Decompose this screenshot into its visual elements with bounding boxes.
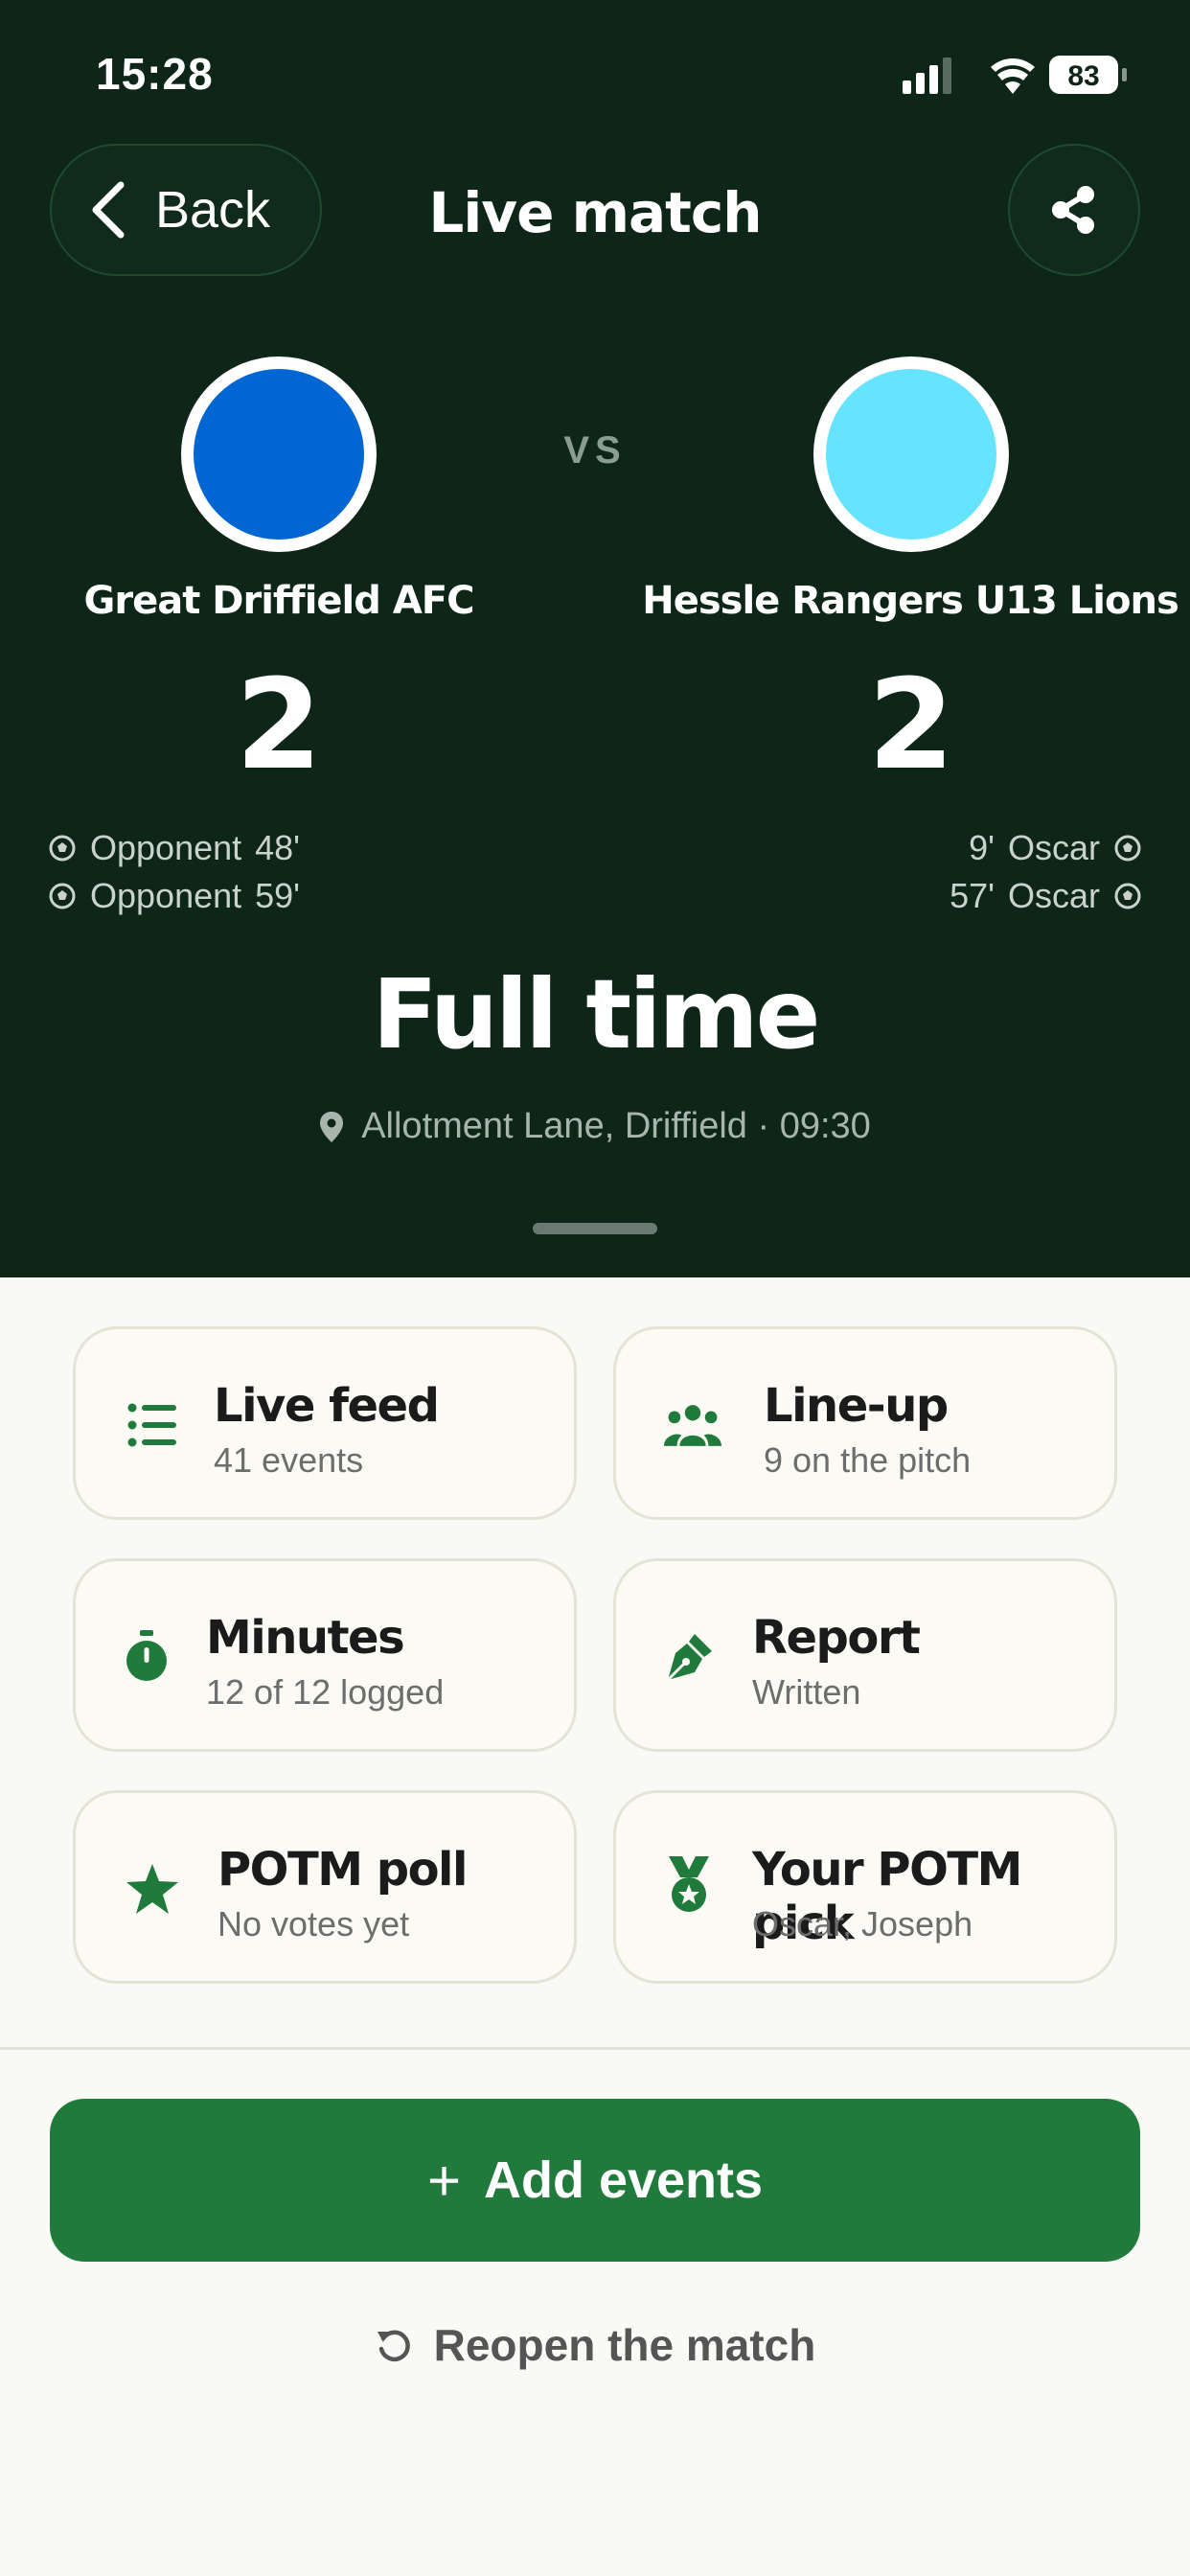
football-icon	[49, 883, 76, 909]
scorer-minute: 59'	[255, 876, 301, 915]
card-subtitle: 12 of 12 logged	[206, 1672, 445, 1712]
add-events-button[interactable]: + Add events	[50, 2099, 1140, 2262]
location-pin-icon	[320, 1111, 344, 1142]
add-events-label: Add events	[483, 2151, 764, 2209]
card-subtitle: No votes yet	[217, 1904, 410, 1944]
card-minutes[interactable]: Minutes 12 of 12 logged	[73, 1558, 577, 1752]
wifi-icon	[991, 58, 1035, 94]
vs-label: VS	[563, 429, 627, 472]
card-title: POTM poll	[217, 1843, 468, 1897]
stopwatch-icon	[118, 1628, 175, 1686]
divider	[0, 2047, 1190, 2050]
scorer-row: Opponent 48'	[48, 824, 300, 872]
scorer-row: Opponent 59'	[48, 872, 300, 920]
undo-icon	[377, 2330, 410, 2362]
match-status: Full time	[372, 958, 821, 1070]
scorer-name: Oscar	[1007, 828, 1100, 867]
home-scorers: Opponent 48' Opponent 59'	[48, 824, 300, 920]
card-title: Report	[752, 1611, 921, 1665]
card-line-up[interactable]: Line-up 9 on the pitch	[613, 1326, 1117, 1520]
list-icon	[124, 1396, 181, 1454]
match-header: 15:28 83 Back Live match VS Great Driffi…	[0, 0, 1190, 1277]
svg-text:83: 83	[1067, 60, 1099, 92]
venue-line: Allotment Lane, Driffield · 09:30	[0, 1106, 1190, 1147]
reopen-label: Reopen the match	[433, 2320, 816, 2370]
scorer-name: Opponent	[90, 876, 242, 915]
scorer-row: 57' Oscar	[950, 872, 1142, 920]
status-time: 15:28	[96, 49, 214, 99]
card-subtitle: 41 events	[214, 1440, 364, 1480]
away-scorers: 9' Oscar 57' Oscar	[950, 824, 1142, 920]
venue-text: Allotment Lane, Driffield · 09:30	[361, 1106, 871, 1146]
pen-icon	[660, 1628, 718, 1686]
card-your-potm-pick[interactable]: Your POTM pick Oscar, Joseph	[613, 1790, 1117, 1984]
card-subtitle: Written	[752, 1672, 861, 1712]
card-report[interactable]: Report Written	[613, 1558, 1117, 1752]
medal-icon	[660, 1856, 718, 1914]
football-icon	[1114, 835, 1141, 862]
away-score: 2	[867, 652, 955, 797]
card-potm-poll[interactable]: POTM poll No votes yet	[73, 1790, 577, 1984]
away-team-name: Hessle Rangers U13 Lions	[642, 579, 1179, 623]
scorer-name: Opponent	[90, 828, 242, 867]
football-icon	[49, 835, 76, 862]
sheet-drag-handle[interactable]	[533, 1223, 657, 1234]
reopen-match-button[interactable]: Reopen the match	[0, 2319, 1190, 2371]
star-icon	[124, 1860, 181, 1918]
card-title: Line-up	[764, 1379, 949, 1433]
home-score: 2	[235, 652, 323, 797]
card-subtitle: Oscar, Joseph	[752, 1904, 973, 1944]
signal-icon	[903, 58, 951, 94]
card-live-feed[interactable]: Live feed 41 events	[73, 1326, 577, 1520]
scorer-name: Oscar	[1007, 876, 1100, 915]
share-icon	[1052, 186, 1094, 234]
people-icon	[664, 1396, 721, 1454]
status-icons: 83	[903, 56, 1127, 94]
share-button[interactable]	[1008, 144, 1140, 276]
scorer-minute: 57'	[950, 876, 995, 915]
home-team-name: Great Driffield AFC	[83, 579, 475, 623]
battery-icon: 83	[1049, 56, 1127, 94]
scorer-minute: 9'	[969, 828, 995, 867]
plus-icon: +	[426, 2148, 461, 2213]
card-title: Live feed	[214, 1379, 440, 1433]
card-subtitle: 9 on the pitch	[764, 1440, 972, 1480]
scorer-row: 9' Oscar	[950, 824, 1142, 872]
scorer-minute: 48'	[255, 828, 301, 867]
away-team-crest	[813, 356, 1009, 552]
football-icon	[1114, 883, 1141, 909]
status-bar: 15:28 83	[0, 0, 1190, 144]
card-title: Minutes	[206, 1611, 405, 1665]
